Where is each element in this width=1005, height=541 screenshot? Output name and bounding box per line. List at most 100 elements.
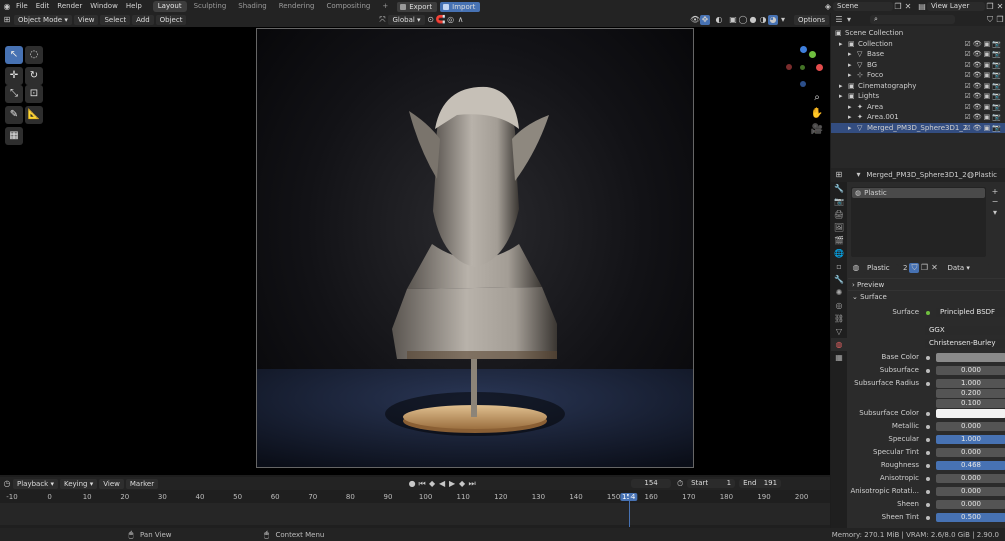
particles-tab-icon[interactable]: ✺ (831, 286, 847, 299)
editor-type-icon[interactable]: ⊞ (2, 15, 12, 25)
expand-arrow-icon[interactable]: ▸ (848, 70, 852, 81)
timeline-track[interactable] (0, 503, 830, 525)
visibility-toggles-icon[interactable]: ☑👁▣📷 (965, 60, 1004, 71)
menu-playback[interactable]: Playback ▾ (13, 478, 58, 489)
menu-window[interactable]: Window (86, 0, 122, 13)
move-tool[interactable]: ✛ (5, 67, 23, 85)
visibility-toggles-icon[interactable]: ☑👁▣📷 (965, 112, 1004, 123)
jump-start-icon[interactable]: ⏮ (417, 479, 427, 489)
shading-material-icon[interactable]: ◑ (758, 15, 768, 25)
gizmo-neg-z-axis[interactable] (800, 81, 806, 87)
property-value-field[interactable]: 0.100 (936, 399, 1005, 408)
property-value-field[interactable]: 0.000 (936, 448, 1005, 457)
tool-tab-icon[interactable]: 🔧 (831, 182, 847, 195)
play-icon[interactable]: ▶ (447, 479, 457, 489)
physics-tab-icon[interactable]: ◎ (831, 299, 847, 312)
scene-tab-icon[interactable]: 🎬 (831, 234, 847, 247)
next-key-icon[interactable]: ◆ (457, 479, 467, 489)
material-tab-icon[interactable]: ◍ (831, 338, 847, 351)
select-circle-tool[interactable]: ◌ (25, 46, 43, 64)
duplicate-material-icon[interactable]: ❐ (919, 263, 929, 273)
tab-shading[interactable]: Shading (233, 1, 271, 12)
proportional-edit-icon[interactable]: ◎ (446, 15, 456, 25)
new-scene-icon[interactable]: ❐ (893, 2, 903, 12)
menu-help[interactable]: Help (122, 0, 146, 13)
menu-edit[interactable]: Edit (32, 0, 54, 13)
material-slot-list[interactable]: ◍ Plastic (851, 187, 986, 257)
subsurface-method-dropdown[interactable]: Christensen-Burley (925, 339, 1005, 348)
tab-sculpting[interactable]: Sculpting (189, 1, 232, 12)
property-value-field[interactable]: 0.200 (936, 389, 1005, 398)
delete-view-layer-icon[interactable]: ✕ (995, 2, 1005, 12)
record-icon[interactable]: ● (407, 479, 417, 489)
surface-panel-header[interactable]: ⌄ Surface (848, 290, 1005, 302)
preview-panel-header[interactable]: › Preview (848, 278, 1005, 290)
outliner-row[interactable]: ▸ ▽ Merged_PM3D_Sphere3D1_2 ☑👁▣📷 (831, 122, 1005, 134)
measure-tool[interactable]: 📐 (25, 106, 43, 124)
property-value-field[interactable]: 0.000 (936, 500, 1005, 509)
object-tab-icon[interactable]: ▫ (831, 260, 847, 273)
view-layer-tab-icon[interactable]: 🖼 (831, 221, 847, 234)
outliner-row[interactable]: ▸ ✦ Area.001 ☑👁▣📷 (831, 112, 1005, 123)
annotate-tool[interactable]: ✎ (5, 106, 23, 124)
visibility-toggles-icon[interactable]: ☑👁▣📷 (965, 81, 1004, 92)
visibility-toggles-icon[interactable]: ☑👁▣📷 (965, 102, 1004, 113)
surface-shader-field[interactable]: Principled BSDF (936, 308, 1005, 317)
end-frame-field[interactable]: End 191 (739, 479, 782, 488)
timeline-editor-icon[interactable]: ◷ (2, 479, 12, 489)
visibility-toggles-icon[interactable]: ☑👁▣📷 (965, 91, 1004, 102)
expand-arrow-icon[interactable]: ▸ (848, 112, 852, 123)
menu-timeline-view[interactable]: View (99, 478, 124, 489)
blender-logo-icon[interactable]: ◉ (2, 2, 12, 12)
visibility-toggles-icon[interactable]: ☑👁▣📷 (965, 70, 1004, 81)
transform-tool[interactable]: ⊡ (25, 85, 43, 103)
property-value-field[interactable]: 0.000 (936, 422, 1005, 431)
visibility-toggles-icon[interactable]: ☑👁▣📷 (965, 123, 1004, 134)
export-button[interactable]: Export (397, 1, 438, 12)
property-value-field[interactable] (936, 353, 1005, 362)
tab-rendering[interactable]: Rendering (274, 1, 320, 12)
3d-viewport[interactable]: ↖ ◌ ✛ ↻ ⤡ ⊡ ✎ 📐 ▦ ⌕ ✋ 🎥 (0, 27, 830, 475)
outliner-row[interactable]: ▸ ✦ Area ☑👁▣📷 (831, 102, 1005, 113)
frame-ruler[interactable]: -10 0 10 20 30 40 50 60 70 80 90 100 110 120 130 140 150… (0, 493, 830, 503)
rotate-tool[interactable]: ↻ (25, 67, 43, 85)
transform-orientation-dropdown[interactable]: Global ▾ (388, 15, 425, 25)
menu-render[interactable]: Render (53, 0, 86, 13)
expand-arrow-icon[interactable]: ▸ (839, 91, 843, 102)
view-layer-field[interactable]: View Layer (927, 2, 985, 11)
expand-arrow-icon[interactable]: ▸ (848, 60, 852, 71)
property-value-field[interactable]: 0.468 (936, 461, 1005, 470)
menu-keying[interactable]: Keying ▾ (59, 478, 98, 489)
properties-editor-icon[interactable]: ⊞ (835, 170, 843, 180)
property-value-field[interactable]: 0.000 (936, 366, 1005, 375)
jump-end-icon[interactable]: ⏭ (467, 479, 477, 489)
outliner-editor-icon[interactable]: ☰ (834, 15, 844, 25)
clock-icon[interactable]: ⏱ (675, 479, 685, 489)
remove-slot-icon[interactable]: − (990, 197, 1000, 207)
current-frame-field[interactable]: 154 (631, 479, 672, 488)
playhead[interactable] (628, 493, 630, 527)
shading-wireframe-icon[interactable]: ◯ (738, 15, 748, 25)
pan-hand-icon[interactable]: ✋ (810, 107, 824, 121)
menu-marker[interactable]: Marker (125, 478, 159, 489)
property-value-field[interactable]: 0.000 (936, 487, 1005, 496)
texture-tab-icon[interactable]: ▦ (831, 351, 847, 364)
modifier-tab-icon[interactable]: 🔧 (831, 273, 847, 286)
menu-select[interactable]: Select (100, 15, 131, 25)
zoom-icon[interactable]: ⌕ (810, 91, 824, 105)
filter-display-icon[interactable]: ▾ (844, 15, 854, 25)
property-value-field[interactable]: 1.000 (936, 435, 1005, 444)
expand-arrow-icon[interactable]: ▸ (848, 49, 852, 60)
expand-arrow-icon[interactable]: ▸ (848, 102, 852, 113)
menu-object[interactable]: Object (155, 15, 187, 25)
world-tab-icon[interactable]: 🌐 (831, 247, 847, 260)
user-count[interactable]: 2 (901, 264, 909, 272)
filter-icon[interactable]: ⛉ (985, 15, 995, 25)
shading-options-icon[interactable]: ▾ (778, 15, 788, 25)
distribution-dropdown[interactable]: GGX (925, 326, 1005, 335)
material-browse-icon[interactable]: ◍ (851, 263, 861, 273)
start-frame-field[interactable]: Start 1 (687, 479, 736, 488)
slot-menu-icon[interactable]: ▾ (990, 208, 1000, 218)
prev-key-icon[interactable]: ◆ (427, 479, 437, 489)
options-button[interactable]: Options (793, 15, 829, 25)
